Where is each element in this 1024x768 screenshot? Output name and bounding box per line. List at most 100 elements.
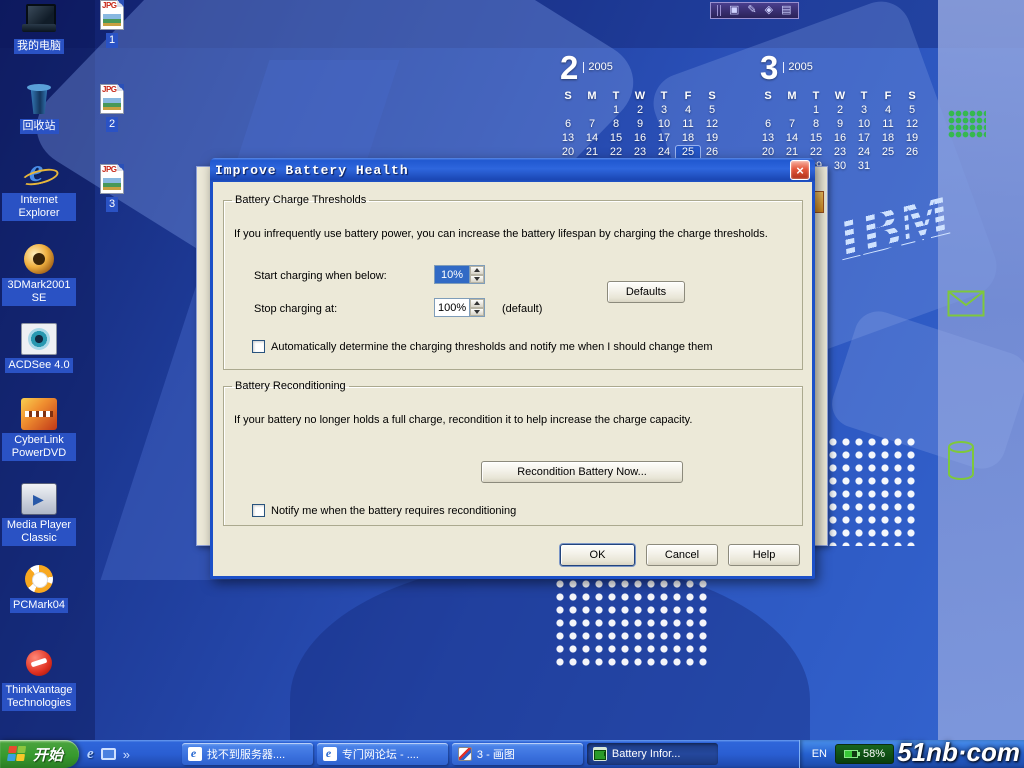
desktop-icon-powerdvd[interactable]: CyberLink PowerDVD [2, 398, 76, 461]
calendar-day: 18 [876, 132, 900, 146]
icon-label: 2 [106, 117, 118, 132]
cancel-button[interactable]: Cancel [646, 544, 718, 566]
calendar-february-2005: 2 2005 SMTWTFS12345678910111213141516171… [556, 52, 732, 174]
start-button-label: 开始 [33, 744, 63, 765]
spinner-buttons [469, 266, 484, 283]
ibm-logo: IBM [829, 179, 957, 276]
calendar-day: 6 [556, 118, 580, 132]
calendar-day: 9 [628, 118, 652, 132]
defaults-button[interactable]: Defaults [607, 281, 685, 303]
icon-label: 3 [106, 197, 118, 212]
help-button[interactable]: Help [728, 544, 800, 566]
calendar-day-header: M [780, 90, 804, 104]
triangle-up-icon [474, 301, 480, 305]
start-threshold-spinner[interactable]: 10% [434, 265, 485, 284]
stop-threshold-spinner[interactable]: 100% [434, 298, 485, 317]
3dmark-icon [21, 243, 57, 275]
media-player-classic-icon [21, 483, 57, 515]
calendar-day [580, 104, 604, 118]
calendar-day: 6 [756, 118, 780, 132]
battery-icon [844, 750, 858, 758]
monitor-icon[interactable]: ▣ [729, 5, 739, 16]
calendar-day: 24 [852, 146, 876, 160]
notify-reconditioning-checkbox[interactable] [252, 504, 265, 517]
language-indicator[interactable]: EN [812, 748, 827, 760]
watermark: 51nb·com [897, 737, 1020, 768]
floating-toolbar[interactable]: ▣ ✎ ◈ ▤ [710, 2, 799, 19]
start-threshold-value[interactable]: 10% [435, 266, 469, 283]
calendar-day: 31 [852, 160, 876, 174]
jpg-badge: JPG [102, 1, 117, 10]
desktop-icon-jpg-2[interactable]: JPG 2 [88, 84, 136, 132]
notify-reconditioning-checkbox-row: Notify me when the battery requires reco… [252, 504, 516, 517]
quick-launch-ie-icon[interactable]: e [87, 746, 94, 763]
spin-down-button[interactable] [470, 275, 484, 284]
spin-up-button[interactable] [470, 299, 484, 308]
thinkvantage-icon [21, 648, 57, 680]
taskbar: 开始 e » 找不到服务器.... 专门网论坛 - .... 3 - 画图 Ba… [0, 740, 1024, 768]
dialog-title: Improve Battery Health [215, 163, 790, 178]
battery-status-widget[interactable]: 58% [835, 744, 894, 764]
calendar-day-header: W [828, 90, 852, 104]
my-computer-icon [21, 4, 57, 36]
calendar-day-header: F [876, 90, 900, 104]
quick-launch-show-desktop-icon[interactable] [101, 748, 116, 760]
desktop-icon-acdsee[interactable]: ACDSee 4.0 [2, 323, 76, 373]
desktop-icon-internet-explorer[interactable]: Internet Explorer [2, 158, 76, 221]
desktop-icon-pcmark04[interactable]: PCMark04 [2, 563, 76, 613]
calendar-day: 3 [852, 104, 876, 118]
calendar-day: 2 [628, 104, 652, 118]
toolbar-drag-handle[interactable] [717, 5, 721, 16]
desktop-icon-media-player-classic[interactable]: Media Player Classic [2, 483, 76, 546]
calendar-day: 15 [804, 132, 828, 146]
icon-label: 3DMark2001 SE [2, 278, 76, 306]
spin-up-button[interactable] [470, 266, 484, 275]
desktop-icon-3dmark2001[interactable]: 3DMark2001 SE [2, 243, 76, 306]
icon-label: Internet Explorer [2, 193, 76, 221]
spin-down-button[interactable] [470, 308, 484, 317]
task-button-label: 专门网论坛 - .... [342, 746, 419, 762]
task-button-label: Battery Infor... [612, 748, 680, 760]
task-button-area: 找不到服务器.... 专门网论坛 - .... 3 - 画图 Battery I… [182, 743, 722, 765]
pen-icon[interactable]: ✎ [747, 5, 756, 16]
start-button[interactable]: 开始 [0, 740, 79, 768]
desktop[interactable]: IBM ▣ ✎ ◈ ▤ 2 2005 SMTWTFS12345678910111… [0, 0, 1024, 768]
jpg-thumbnail [103, 178, 121, 190]
calendar-day: 9 [828, 118, 852, 132]
calendar-day: 4 [876, 104, 900, 118]
close-icon[interactable]: × [790, 160, 810, 180]
desktop-icon-jpg-1[interactable]: JPG 1 [88, 0, 136, 48]
recondition-battery-button[interactable]: Recondition Battery Now... [481, 461, 683, 483]
desktop-icon-my-computer[interactable]: 我的电脑 [2, 4, 76, 54]
calendar-day: 16 [628, 132, 652, 146]
desktop-icon-recycle-bin[interactable]: 回收站 [2, 84, 76, 134]
stop-threshold-value[interactable]: 100% [435, 299, 469, 316]
calendar-day: 10 [852, 118, 876, 132]
calendar-day [556, 104, 580, 118]
calendar-day-header: T [804, 90, 828, 104]
calendar-day: 5 [700, 104, 724, 118]
quick-launch-chevron-icon[interactable]: » [123, 747, 130, 762]
task-button-forum[interactable]: 专门网论坛 - .... [317, 743, 448, 765]
calendar-day: 13 [756, 132, 780, 146]
envelope-icon [947, 290, 985, 318]
desktop-icon-thinkvantage[interactable]: ThinkVantage Technologies [2, 648, 76, 711]
database-cylinder-icon [946, 440, 976, 482]
calendar-day: 5 [900, 104, 924, 118]
dialog-titlebar[interactable]: Improve Battery Health × [210, 158, 815, 182]
desktop-icon-jpg-3[interactable]: JPG 3 [88, 164, 136, 212]
diamond-icon[interactable]: ◈ [765, 5, 773, 16]
calendar-day-header: T [604, 90, 628, 104]
calendar-day-header: S [556, 90, 580, 104]
calendar-day-header: T [652, 90, 676, 104]
task-button-server-not-found[interactable]: 找不到服务器.... [182, 743, 313, 765]
task-button-paint[interactable]: 3 - 画图 [452, 743, 583, 765]
icon-label: 回收站 [20, 119, 59, 134]
calendar-day: 2 [828, 104, 852, 118]
ok-button[interactable]: OK [560, 544, 635, 566]
auto-threshold-checkbox[interactable] [252, 340, 265, 353]
reconditioning-description: If your battery no longer holds a full c… [234, 414, 692, 426]
document-icon[interactable]: ▤ [781, 5, 791, 16]
calendar-month-number: 3 [760, 52, 778, 83]
task-button-battery-information[interactable]: Battery Infor... [587, 743, 718, 765]
